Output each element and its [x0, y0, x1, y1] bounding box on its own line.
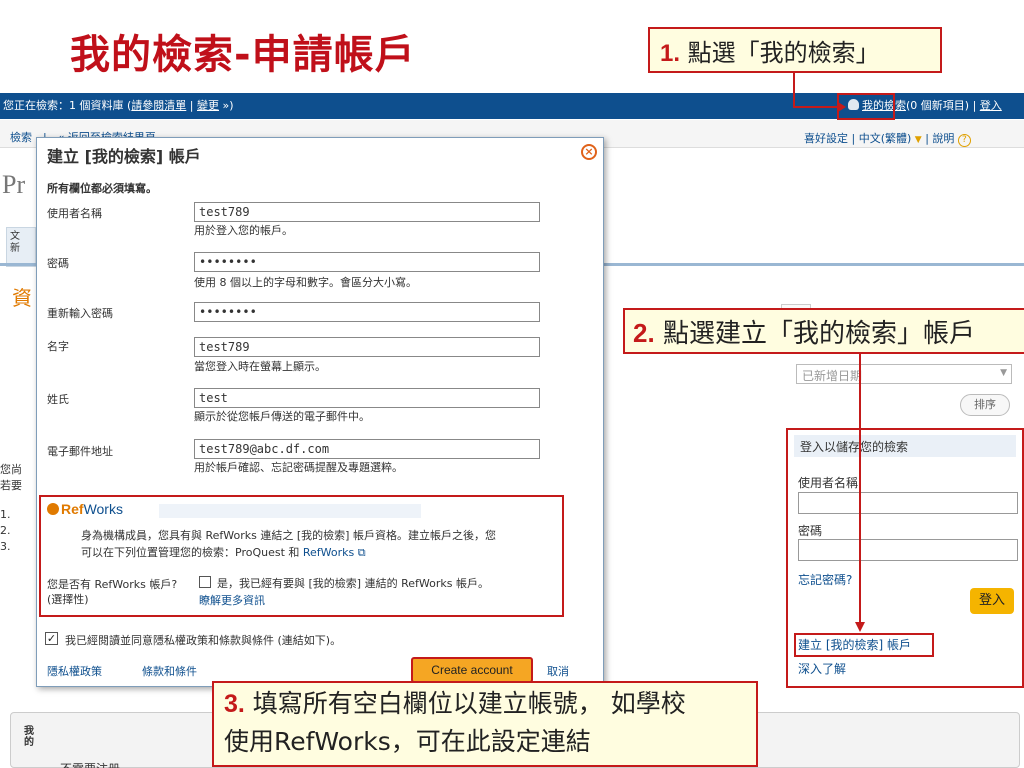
forgot-password-link[interactable]: 忘記密碼? [798, 571, 852, 588]
last-name-hint: 顯示於從您帳戶傳送的電子郵件中。 [194, 410, 370, 423]
refworks-checkbox[interactable] [199, 576, 211, 588]
callout-step-2: 2. 點選建立「我的檢索」帳戶 [623, 308, 1024, 354]
username-hint: 用於登入您的帳戶。 [194, 224, 293, 237]
terms-link[interactable]: 條款和條件 [142, 663, 197, 679]
learn-more-link[interactable]: 深入了解 [798, 660, 846, 677]
create-account-dialog: 建立 [我的檢索] 帳戶 × 所有欄位都必須填寫。 使用者名稱 test789 … [36, 137, 604, 687]
privacy-policy-link[interactable]: 隱私權政策 [47, 663, 102, 679]
first-name-field[interactable]: test789 [194, 337, 540, 357]
refworks-section: RefWorks 身為機構成員，您具有與 RefWorks 連結之 [我的檢索]… [39, 495, 564, 617]
close-icon[interactable]: × [581, 144, 597, 160]
password-input[interactable] [798, 539, 1018, 561]
chevron-down-icon: ▼ [914, 135, 922, 145]
refworks-logo-icon [47, 503, 59, 515]
help-icon[interactable]: ? [957, 134, 971, 147]
login-button[interactable]: 登入 [970, 588, 1014, 614]
proquest-logo: Pr [2, 170, 26, 199]
background-list: 1. 2. 3. [0, 507, 11, 555]
login-panel-heading: 登入以儲存您的檢索 [794, 435, 1016, 457]
top-bar: 您正在檢索：1 個資料庫 (請參閱清單 | 變更 ») 我的檢索(0 個新項目)… [0, 93, 1024, 119]
account-links: 我的檢索(0 個新項目) | 登入 [848, 93, 1002, 119]
list-item: 1. [0, 508, 11, 521]
agree-label: 我已經閱讀並同意隱私權政策和條款與條件 (連結如下)。 [65, 634, 342, 647]
help-link[interactable]: 說明 [932, 132, 954, 145]
create-account-button[interactable]: Create account [411, 657, 533, 683]
section-heading: 資 [12, 286, 32, 310]
bottom-panel-text: 不需要注册 [60, 760, 120, 768]
callout-step-1: 1. 點選「我的檢索」 [648, 27, 942, 73]
create-account-link[interactable]: 建立 [我的檢索] 帳戶 [794, 633, 934, 657]
email-hint: 用於帳戶確認、忘記密碼提醒及專題選粹。 [194, 461, 403, 474]
slide-title: 我的檢索-申請帳戶 [70, 32, 416, 78]
refworks-more-info-link[interactable]: 瞭解更多資訊 [199, 592, 265, 608]
email-field[interactable]: test789@abc.df.com [194, 439, 540, 459]
login-link[interactable]: 登入 [980, 99, 1002, 112]
password-confirm-label: 重新輸入密碼 [47, 307, 113, 320]
required-note: 所有欄位都必須填寫。 [47, 182, 157, 195]
list-item: 3. [0, 540, 11, 553]
refworks-link[interactable]: RefWorks [303, 546, 354, 559]
refworks-question: 您是否有 RefWorks 帳戶? (選擇性) [47, 578, 178, 606]
search-tab[interactable]: 文 新 [6, 227, 36, 267]
select-databases-link[interactable]: 請參閱清單 [131, 99, 186, 112]
password-confirm-field[interactable]: •••••••• [194, 302, 540, 322]
background-text: 您尚 若要 [0, 463, 22, 492]
list-item: 2. [0, 524, 11, 537]
refworks-logo: RefWorks [47, 501, 123, 517]
bottom-panel-label: 我的 [24, 726, 34, 748]
first-name-label: 名字 [47, 340, 69, 353]
change-databases-link[interactable]: 變更 [197, 99, 219, 112]
last-name-label: 姓氏 [47, 393, 69, 406]
user-icon [848, 99, 859, 110]
sort-select[interactable]: 已新增日期 ▼ [796, 364, 1012, 384]
preferences-link[interactable]: 喜好設定 [804, 132, 848, 145]
dialog-title: 建立 [我的檢索] 帳戶 [47, 147, 201, 166]
username-field[interactable]: test789 [194, 202, 540, 222]
external-link-icon: ⧉ [357, 546, 366, 559]
password-field-label: 密碼 [47, 257, 69, 270]
my-research-link[interactable]: 我的檢索 [862, 99, 906, 112]
database-info: 您正在檢索：1 個資料庫 (請參閱清單 | 變更 ») [3, 99, 234, 112]
password-label: 密碼 [798, 524, 823, 538]
last-name-field[interactable]: test [194, 388, 540, 408]
login-panel: 登入以儲存您的檢索 使用者名稱 密碼 忘記密碼? 登入 建立 [我的檢索] 帳戶… [786, 428, 1024, 688]
agree-checkbox[interactable]: ✓ [45, 632, 58, 645]
refworks-description: 身為機構成員，您具有與 RefWorks 連結之 [我的檢索] 帳戶資格。建立帳… [81, 529, 496, 559]
preferences-bar: 喜好設定 | 中文(繁體) ▼ | 說明 ? [804, 130, 971, 147]
callout-step-3: 3. 填寫所有空白欄位以建立帳號， 如學校 使用RefWorks，可在此設定連結 [212, 681, 758, 767]
password-field[interactable]: •••••••• [194, 252, 540, 272]
chevron-down-icon: ▼ [1000, 368, 1007, 378]
refworks-header-bar [159, 504, 421, 518]
refworks-checkbox-label: 是，我已經有要與 [我的檢索] 連結的 RefWorks 帳戶。 [217, 577, 489, 590]
cancel-link[interactable]: 取消 [547, 663, 569, 679]
password-hint: 使用 8 個以上的字母和數字。會區分大小寫。 [194, 276, 417, 289]
username-input[interactable] [798, 492, 1018, 514]
username-label: 使用者名稱 [798, 476, 859, 490]
language-select[interactable]: 中文(繁體) [859, 132, 912, 145]
first-name-hint: 當您登入時在螢幕上顯示。 [194, 360, 326, 373]
sort-button[interactable]: 排序 [960, 394, 1010, 416]
username-field-label: 使用者名稱 [47, 207, 102, 220]
email-label: 電子郵件地址 [47, 445, 113, 458]
my-research-count: (0 個新項目) [906, 99, 970, 112]
